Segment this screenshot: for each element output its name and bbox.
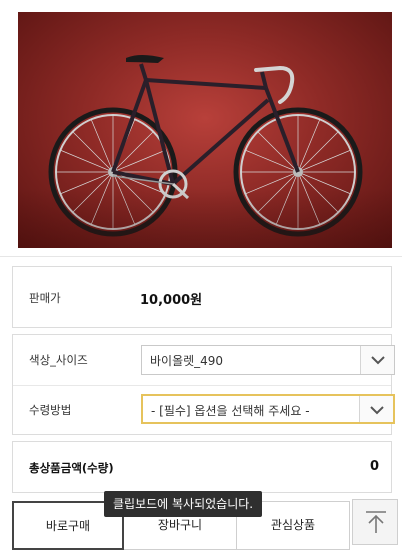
receipt-method-placeholder: - [필수] 옵션을 선택해 주세요 - [151, 404, 310, 418]
option-label-color-size: 색상_사이즈 [29, 353, 88, 367]
divider [13, 385, 391, 386]
total-label: 총상품금액(수량) [29, 461, 114, 475]
bicycle-illustration [48, 55, 363, 237]
price-value: 10,000원 [140, 293, 203, 308]
chevron-down-icon[interactable] [359, 396, 393, 422]
frame [111, 63, 300, 186]
product-image [18, 12, 392, 248]
saddle [126, 55, 164, 63]
color-size-selected-value: 바이올렛_490 [150, 354, 224, 368]
scroll-top-button[interactable] [352, 499, 398, 545]
options-section: 색상_사이즈 바이올렛_490 수령방법 - [필수] 옵션을 선택해 주세요 … [12, 334, 395, 435]
color-size-select[interactable]: 바이올렛_490 [141, 345, 395, 375]
total-value: 0 [369, 459, 379, 474]
chevron-down-icon[interactable] [360, 346, 394, 374]
arrow-up-icon [366, 511, 386, 533]
divider [0, 256, 402, 257]
price-label: 판매가 [29, 291, 61, 305]
clipboard-toast: 클립보드에 복사되었습니다. [104, 491, 263, 517]
total-row: 총상품금액(수량) 0 [12, 441, 392, 493]
receipt-method-select[interactable]: - [필수] 옵션을 선택해 주세요 - [141, 394, 395, 424]
option-label-receipt-method: 수령방법 [29, 403, 72, 417]
price-row: 판매가 10,000원 [12, 266, 392, 328]
